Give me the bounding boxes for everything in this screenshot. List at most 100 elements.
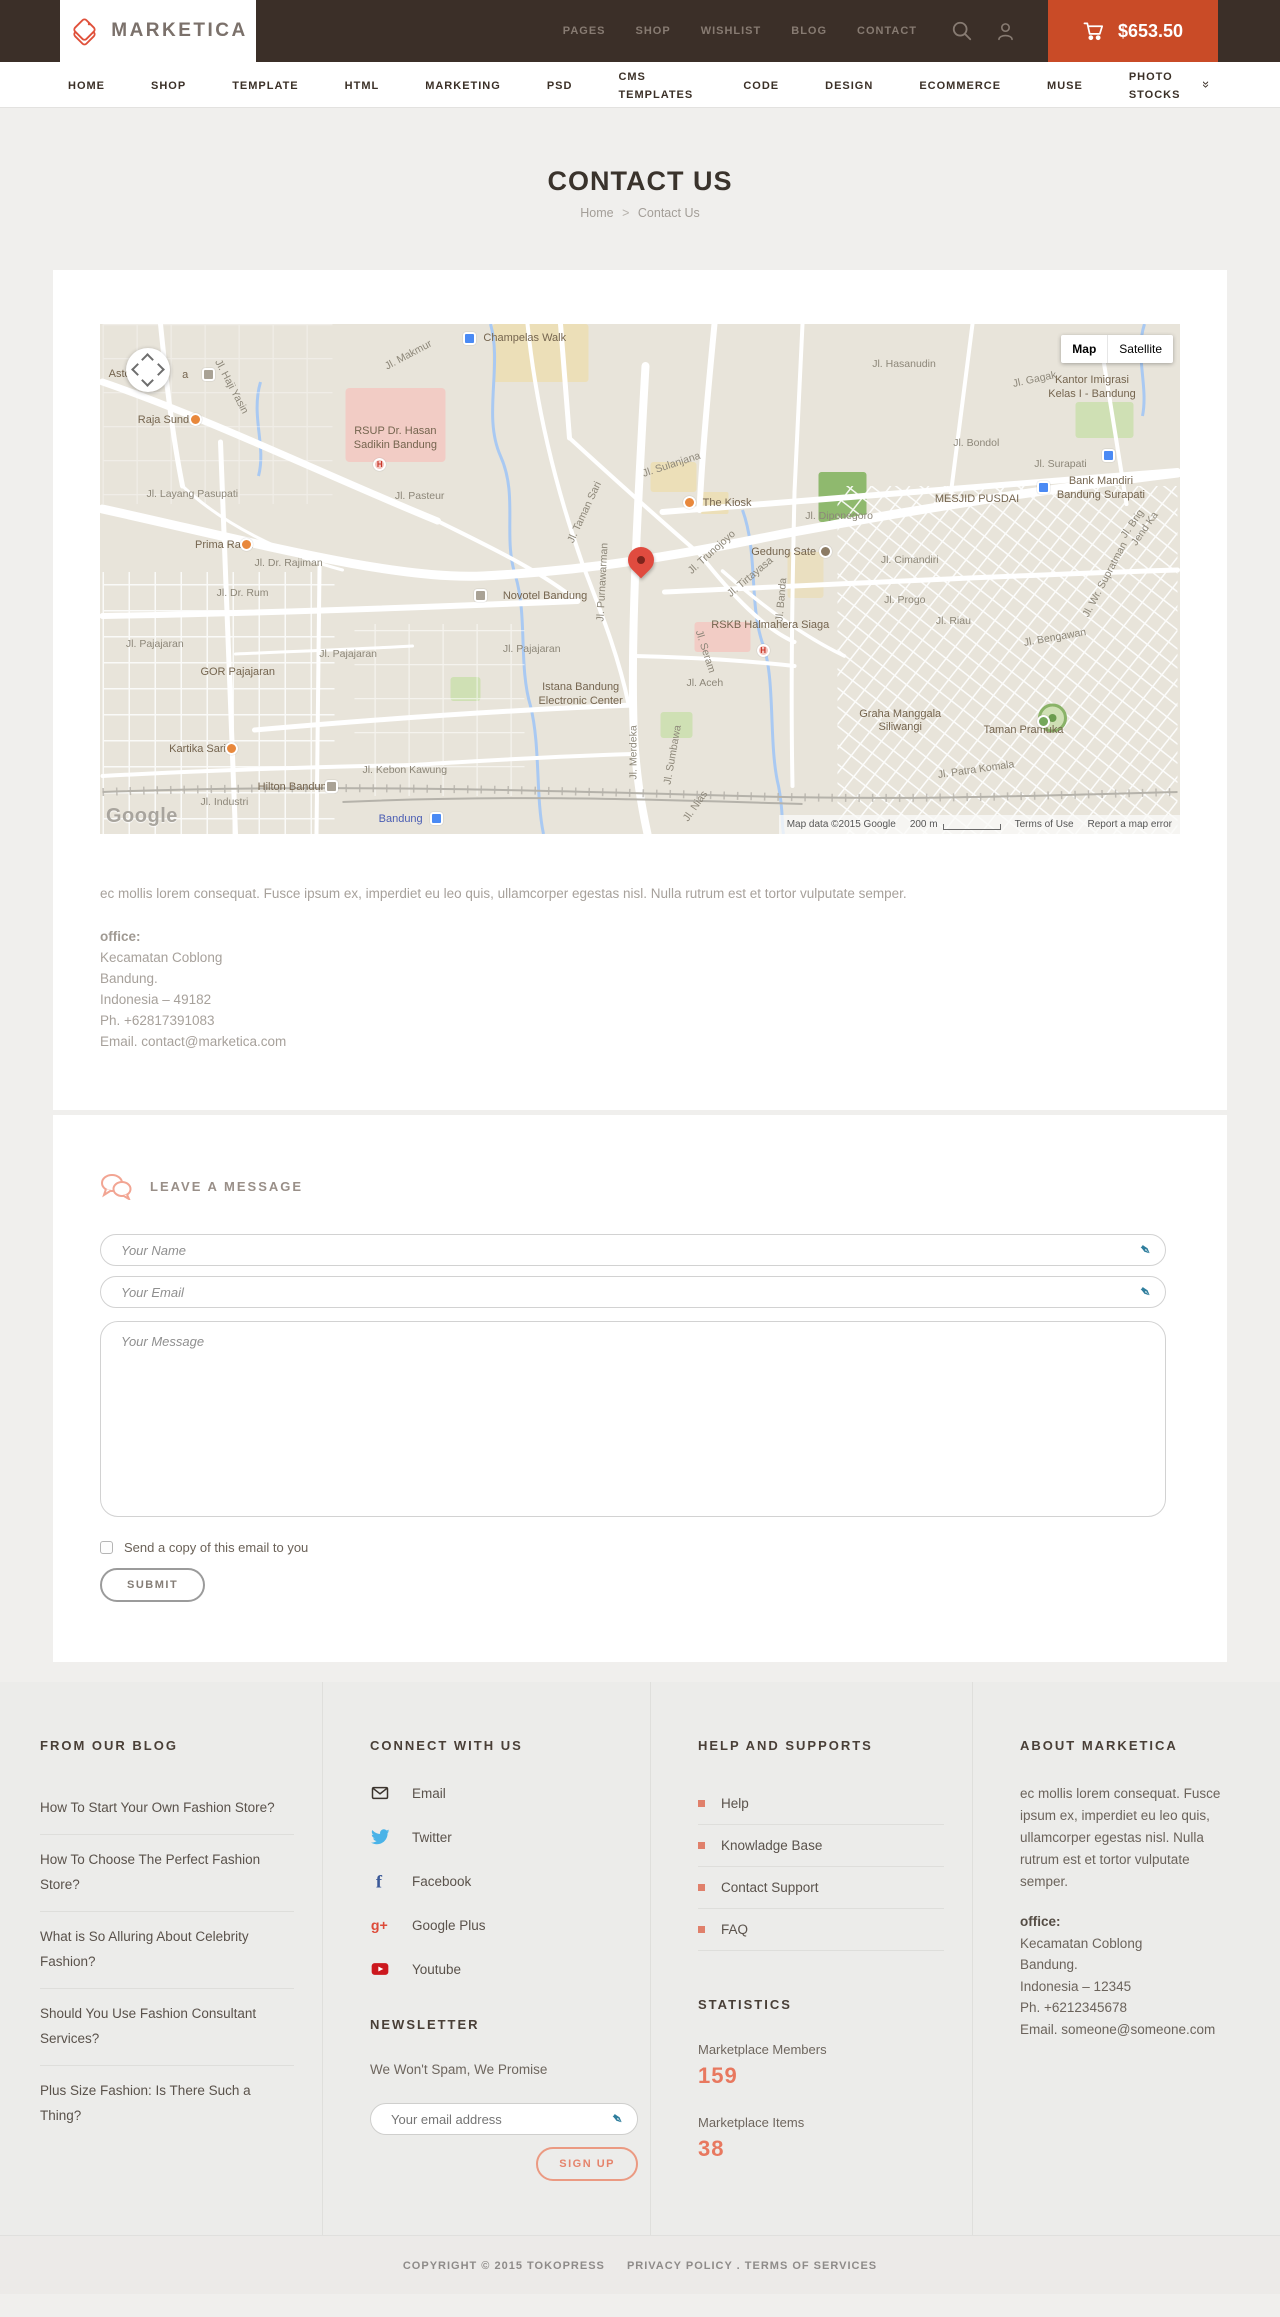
office-line: Email. contact@marketica.com <box>100 1034 287 1050</box>
map-type-satellite-button[interactable]: Satellite <box>1107 335 1173 363</box>
map-label: RSUP Dr. Hasan Sadikin Bandung <box>353 424 437 451</box>
map-label: Bandung <box>378 812 423 825</box>
map-poi-icon <box>462 332 476 346</box>
copyright-text: COPYRIGHT © 2015 TOKOPRESS <box>402 2260 605 2273</box>
blog-post-link[interactable]: What is So Alluring About Celebrity Fash… <box>40 1911 294 1988</box>
pan-up-icon[interactable] <box>141 353 154 366</box>
social-link[interactable]: Youtube <box>370 1959 622 1979</box>
header-nav-link[interactable]: CONTACT <box>857 25 917 37</box>
pan-left-icon[interactable] <box>131 363 144 376</box>
pan-right-icon[interactable] <box>152 363 165 376</box>
help-link[interactable]: FAQ <box>698 1909 944 1952</box>
newsletter-heading: NEWSLETTER <box>370 2017 480 2033</box>
map-label: Novotel Bandung <box>502 589 588 602</box>
category-nav-item[interactable]: SHOP <box>151 76 186 94</box>
submit-button[interactable]: SUBMIT <box>100 1568 206 1603</box>
help-link[interactable]: Contact Support <box>698 1867 944 1910</box>
cart-button[interactable]: $653.50 <box>1048 0 1218 62</box>
social-link[interactable]: Facebook <box>370 1871 622 1891</box>
brand-logo[interactable]: MARKETICA <box>60 0 256 62</box>
stat-block: Marketplace Items 38 <box>698 2115 944 2162</box>
social-link[interactable]: Twitter <box>370 1827 622 1847</box>
blog-post-link[interactable]: How To Choose The Perfect Fashion Store? <box>40 1834 294 1911</box>
map-label: Kartika Sari <box>169 742 226 755</box>
help-link[interactable]: Help <box>698 1783 944 1826</box>
map-poi-icon <box>225 741 239 755</box>
user-account-icon[interactable] <box>995 21 1016 42</box>
name-field-wrap: ✒ <box>100 1234 1166 1267</box>
map-pan-control[interactable] <box>126 348 170 392</box>
send-copy-checkbox[interactable] <box>100 1541 113 1555</box>
newsletter-note: We Won't Spam, We Promise <box>370 2062 548 2078</box>
header-nav-link[interactable]: PAGES <box>563 25 606 37</box>
search-icon[interactable] <box>951 20 973 42</box>
newsletter-email-input[interactable] <box>370 2103 638 2136</box>
category-nav-item[interactable]: CMS TEMPLATES <box>618 67 697 103</box>
report-map-error-link[interactable]: Report a map error <box>1088 819 1172 830</box>
name-input[interactable] <box>100 1234 1166 1267</box>
header-nav: PAGES SHOP WISHLIST BLOG CONTACT <box>563 25 917 37</box>
breadcrumb-home-link[interactable]: Home <box>580 206 613 220</box>
category-nav: HOME SHOP TEMPLATE HTML MARKETING PSD CMS TEMP… <box>0 62 1280 108</box>
map-poi-icon <box>201 367 215 381</box>
office-line: Kecamatan Coblong <box>1020 1935 1143 1951</box>
chat-bubbles-icon <box>101 1174 132 1201</box>
map-label: Jl. Pajajaran <box>502 643 561 656</box>
office-line: Indonesia – 12345 <box>1020 1978 1132 1994</box>
copyright-bar: COPYRIGHT © 2015 TOKOPRESS PRIVACY POLIC… <box>0 2235 1280 2295</box>
header-nav-link[interactable]: BLOG <box>791 25 827 37</box>
category-nav-item[interactable]: MARKETING <box>425 76 501 94</box>
map-scale: 200 m <box>910 819 1001 830</box>
map-label: Jl. Merdeka <box>626 725 639 780</box>
google-map[interactable]: Asto a Champelas Walk Jl. Hasanudin Jl. Haji… <box>100 324 1180 834</box>
map-label: Jl. Hasanudin <box>872 357 936 370</box>
social-link[interactable]: Google Plus <box>370 1915 622 1935</box>
top-header: MARKETICA PAGES SHOP WISHLIST BLOG CONTACT $… <box>0 0 1280 62</box>
map-label: Jl. Layang Pasupati <box>146 488 239 501</box>
category-nav-item[interactable]: DESIGN <box>825 76 873 94</box>
map-poi-icon <box>1037 481 1051 495</box>
map-label: Jl. Bondol <box>953 437 1000 450</box>
help-list: Help Knowladge Base Contact Support FAQ <box>698 1783 944 1952</box>
footer-blog-column: FROM OUR BLOG How To Start Your Own Fash… <box>40 1682 322 2235</box>
map-type-map-button[interactable]: Map <box>1061 335 1107 363</box>
header-nav-link[interactable]: SHOP <box>636 25 671 37</box>
email-input[interactable] <box>100 1276 1166 1309</box>
blog-post-link[interactable]: Plus Size Fashion: Is There Such a Thing… <box>40 2065 294 2142</box>
footer-help-column: HELP AND SUPPORTS Help Knowladge Base Co… <box>650 1682 972 2236</box>
map-poi-icon <box>473 589 487 603</box>
message-textarea[interactable] <box>100 1321 1166 1518</box>
map-label: Jl. Industri <box>200 796 249 809</box>
help-link[interactable]: Knowladge Base <box>698 1825 944 1868</box>
blog-post-link[interactable]: Should You Use Fashion Consultant Servic… <box>40 1988 294 2065</box>
send-copy-row: Send a copy of this email to you <box>100 1540 1180 1555</box>
social-link[interactable]: Email <box>370 1783 622 1803</box>
category-nav-item[interactable]: ECOMMERCE <box>919 76 1001 94</box>
category-nav-item[interactable]: HTML <box>345 76 380 94</box>
category-nav-item[interactable]: PHOTO STOCKS <box>1129 67 1203 103</box>
map-label: Istana Bandung Electronic Center <box>538 681 623 707</box>
map-label: RSKB Halmahera Siaga <box>711 618 830 631</box>
category-nav-item[interactable]: TEMPLATE <box>232 76 298 94</box>
signup-button[interactable]: SIGN UP <box>536 2147 638 2182</box>
connect-heading: CONNECT WITH US <box>370 1738 523 1754</box>
square-bullet-icon <box>698 1884 705 1892</box>
form-heading-row: LEAVE A MESSAGE <box>100 1173 1180 1201</box>
about-office-lines: Kecamatan Coblong Bandung. Indonesia – 123… <box>1020 1933 1240 2041</box>
office-line: Indonesia – 49182 <box>100 992 212 1008</box>
pan-down-icon[interactable] <box>141 374 154 387</box>
chevron-more-icon[interactable]: » <box>1199 81 1214 88</box>
category-nav-item[interactable]: MUSE <box>1047 76 1083 94</box>
stat-label: Marketplace Members <box>698 2042 827 2058</box>
map-label: Jl. Diponegoro <box>805 510 873 523</box>
terms-of-use-link[interactable]: Terms of Use <box>1015 819 1074 830</box>
map-label: Gedung Sate <box>751 546 817 559</box>
category-nav-item[interactable]: PSD <box>547 76 573 94</box>
category-nav-item[interactable]: CODE <box>743 76 779 94</box>
category-nav-item[interactable]: HOME <box>68 76 105 94</box>
email-field-wrap: ✒ <box>100 1276 1166 1309</box>
header-nav-link[interactable]: WISHLIST <box>701 25 762 37</box>
blog-post-link[interactable]: How To Start Your Own Fashion Store? <box>40 1783 294 1834</box>
legal-links[interactable]: PRIVACY POLICY . TERMS OF SERVICES <box>627 2260 877 2272</box>
office-line: Bandung. <box>100 971 158 987</box>
